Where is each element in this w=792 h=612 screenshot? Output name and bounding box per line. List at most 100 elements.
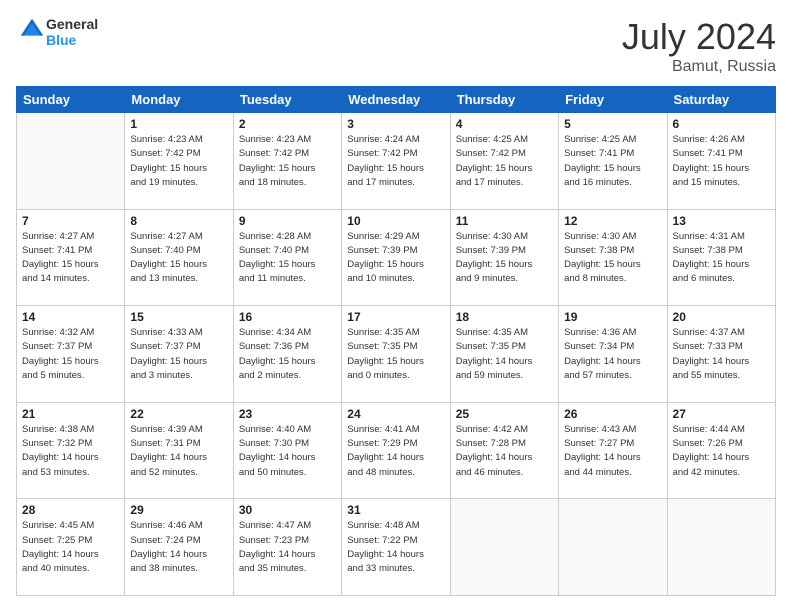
daylight-text2: and 53 minutes. <box>22 466 119 480</box>
day-number: 27 <box>673 407 770 421</box>
sunset-text: Sunset: 7:37 PM <box>130 340 227 354</box>
sunrise-text: Sunrise: 4:28 AM <box>239 230 336 244</box>
sunrise-text: Sunrise: 4:37 AM <box>673 326 770 340</box>
table-row: 27Sunrise: 4:44 AMSunset: 7:26 PMDayligh… <box>667 402 775 499</box>
sunset-text: Sunset: 7:42 PM <box>456 147 553 161</box>
sun-info: Sunrise: 4:33 AMSunset: 7:37 PMDaylight:… <box>130 326 227 383</box>
sunrise-text: Sunrise: 4:31 AM <box>673 230 770 244</box>
calendar-table: Sunday Monday Tuesday Wednesday Thursday… <box>16 86 776 596</box>
sunrise-text: Sunrise: 4:23 AM <box>239 133 336 147</box>
table-row: 13Sunrise: 4:31 AMSunset: 7:38 PMDayligh… <box>667 209 775 306</box>
sunset-text: Sunset: 7:35 PM <box>456 340 553 354</box>
daylight-text2: and 42 minutes. <box>673 466 770 480</box>
sunset-text: Sunset: 7:38 PM <box>564 244 661 258</box>
daylight-text: Daylight: 15 hours <box>130 162 227 176</box>
daylight-text: Daylight: 14 hours <box>673 355 770 369</box>
sunset-text: Sunset: 7:38 PM <box>673 244 770 258</box>
day-number: 23 <box>239 407 336 421</box>
daylight-text: Daylight: 15 hours <box>347 162 444 176</box>
daylight-text: Daylight: 14 hours <box>564 355 661 369</box>
sunset-text: Sunset: 7:35 PM <box>347 340 444 354</box>
day-number: 6 <box>673 117 770 131</box>
sun-info: Sunrise: 4:47 AMSunset: 7:23 PMDaylight:… <box>239 519 336 576</box>
daylight-text2: and 18 minutes. <box>239 176 336 190</box>
day-number: 2 <box>239 117 336 131</box>
sun-info: Sunrise: 4:30 AMSunset: 7:39 PMDaylight:… <box>456 230 553 287</box>
sunrise-text: Sunrise: 4:27 AM <box>22 230 119 244</box>
daylight-text: Daylight: 14 hours <box>130 451 227 465</box>
sun-info: Sunrise: 4:39 AMSunset: 7:31 PMDaylight:… <box>130 423 227 480</box>
header: GeneralBlue July 2024 Bamut, Russia <box>16 16 776 76</box>
daylight-text2: and 17 minutes. <box>347 176 444 190</box>
daylight-text2: and 16 minutes. <box>564 176 661 190</box>
daylight-text: Daylight: 15 hours <box>564 258 661 272</box>
table-row: 1Sunrise: 4:23 AMSunset: 7:42 PMDaylight… <box>125 113 233 210</box>
table-row: 12Sunrise: 4:30 AMSunset: 7:38 PMDayligh… <box>559 209 667 306</box>
day-number: 8 <box>130 214 227 228</box>
calendar-week-row: 7Sunrise: 4:27 AMSunset: 7:41 PMDaylight… <box>17 209 776 306</box>
sunset-text: Sunset: 7:29 PM <box>347 437 444 451</box>
sun-info: Sunrise: 4:34 AMSunset: 7:36 PMDaylight:… <box>239 326 336 383</box>
daylight-text2: and 11 minutes. <box>239 272 336 286</box>
daylight-text: Daylight: 14 hours <box>347 451 444 465</box>
day-number: 30 <box>239 503 336 517</box>
day-number: 17 <box>347 310 444 324</box>
daylight-text: Daylight: 15 hours <box>130 258 227 272</box>
title-block: July 2024 Bamut, Russia <box>622 16 776 76</box>
day-number: 19 <box>564 310 661 324</box>
sunrise-text: Sunrise: 4:38 AM <box>22 423 119 437</box>
day-number: 18 <box>456 310 553 324</box>
sunrise-text: Sunrise: 4:41 AM <box>347 423 444 437</box>
daylight-text2: and 17 minutes. <box>456 176 553 190</box>
day-number: 28 <box>22 503 119 517</box>
daylight-text: Daylight: 15 hours <box>456 162 553 176</box>
daylight-text2: and 19 minutes. <box>130 176 227 190</box>
table-row: 22Sunrise: 4:39 AMSunset: 7:31 PMDayligh… <box>125 402 233 499</box>
daylight-text2: and 48 minutes. <box>347 466 444 480</box>
calendar-week-row: 28 Sunrise: 4:45 AMSunset: 7:25 PMDayligh… <box>17 499 776 596</box>
daylight-text: Daylight: 15 hours <box>130 355 227 369</box>
sunset-text: Sunset: 7:26 PM <box>673 437 770 451</box>
daylight-text2: and 35 minutes. <box>239 562 336 576</box>
sun-info: Sunrise: 4:27 AMSunset: 7:40 PMDaylight:… <box>130 230 227 287</box>
day-number: 11 <box>456 214 553 228</box>
sunrise-text: Sunrise: 4:30 AM <box>456 230 553 244</box>
daylight-text: Daylight: 15 hours <box>239 258 336 272</box>
sun-info: Sunrise: 4:28 AMSunset: 7:40 PMDaylight:… <box>239 230 336 287</box>
sunrise-text: Sunrise: 4:35 AM <box>456 326 553 340</box>
month-title: July 2024 <box>622 16 776 58</box>
daylight-text2: and 0 minutes. <box>347 369 444 383</box>
sunrise-text: Sunrise: 4:48 AM <box>347 519 444 533</box>
day-number: 25 <box>456 407 553 421</box>
day-number: 1 <box>130 117 227 131</box>
calendar-week-row: 21Sunrise: 4:38 AMSunset: 7:32 PMDayligh… <box>17 402 776 499</box>
table-row: 15 Sunrise: 4:33 AMSunset: 7:37 PMDayligh… <box>125 306 233 403</box>
sunset-text: Sunset: 7:39 PM <box>456 244 553 258</box>
table-row: 25Sunrise: 4:42 AMSunset: 7:28 PMDayligh… <box>450 402 558 499</box>
logo-icon <box>18 16 46 44</box>
daylight-text: Daylight: 14 hours <box>456 355 553 369</box>
day-number: 9 <box>239 214 336 228</box>
sunrise-text: Sunrise: 4:45 AM <box>22 519 119 533</box>
daylight-text2: and 13 minutes. <box>130 272 227 286</box>
sunset-text: Sunset: 7:32 PM <box>22 437 119 451</box>
table-row: 9 Sunrise: 4:28 AMSunset: 7:40 PMDaylight… <box>233 209 341 306</box>
day-number: 29 <box>130 503 227 517</box>
daylight-text: Daylight: 15 hours <box>673 258 770 272</box>
sun-info: Sunrise: 4:23 AMSunset: 7:42 PMDaylight:… <box>239 133 336 190</box>
day-number: 15 <box>130 310 227 324</box>
calendar-header-row: Sunday Monday Tuesday Wednesday Thursday… <box>17 87 776 113</box>
day-number: 12 <box>564 214 661 228</box>
sunrise-text: Sunrise: 4:27 AM <box>130 230 227 244</box>
sun-info: Sunrise: 4:37 AMSunset: 7:33 PMDaylight:… <box>673 326 770 383</box>
table-row <box>667 499 775 596</box>
day-number: 24 <box>347 407 444 421</box>
day-number: 26 <box>564 407 661 421</box>
sun-info: Sunrise: 4:45 AMSunset: 7:25 PMDaylight:… <box>22 519 119 576</box>
calendar-week-row: 14Sunrise: 4:32 AMSunset: 7:37 PMDayligh… <box>17 306 776 403</box>
day-number: 5 <box>564 117 661 131</box>
daylight-text2: and 2 minutes. <box>239 369 336 383</box>
sunrise-text: Sunrise: 4:23 AM <box>130 133 227 147</box>
daylight-text: Daylight: 14 hours <box>564 451 661 465</box>
sunrise-text: Sunrise: 4:25 AM <box>564 133 661 147</box>
